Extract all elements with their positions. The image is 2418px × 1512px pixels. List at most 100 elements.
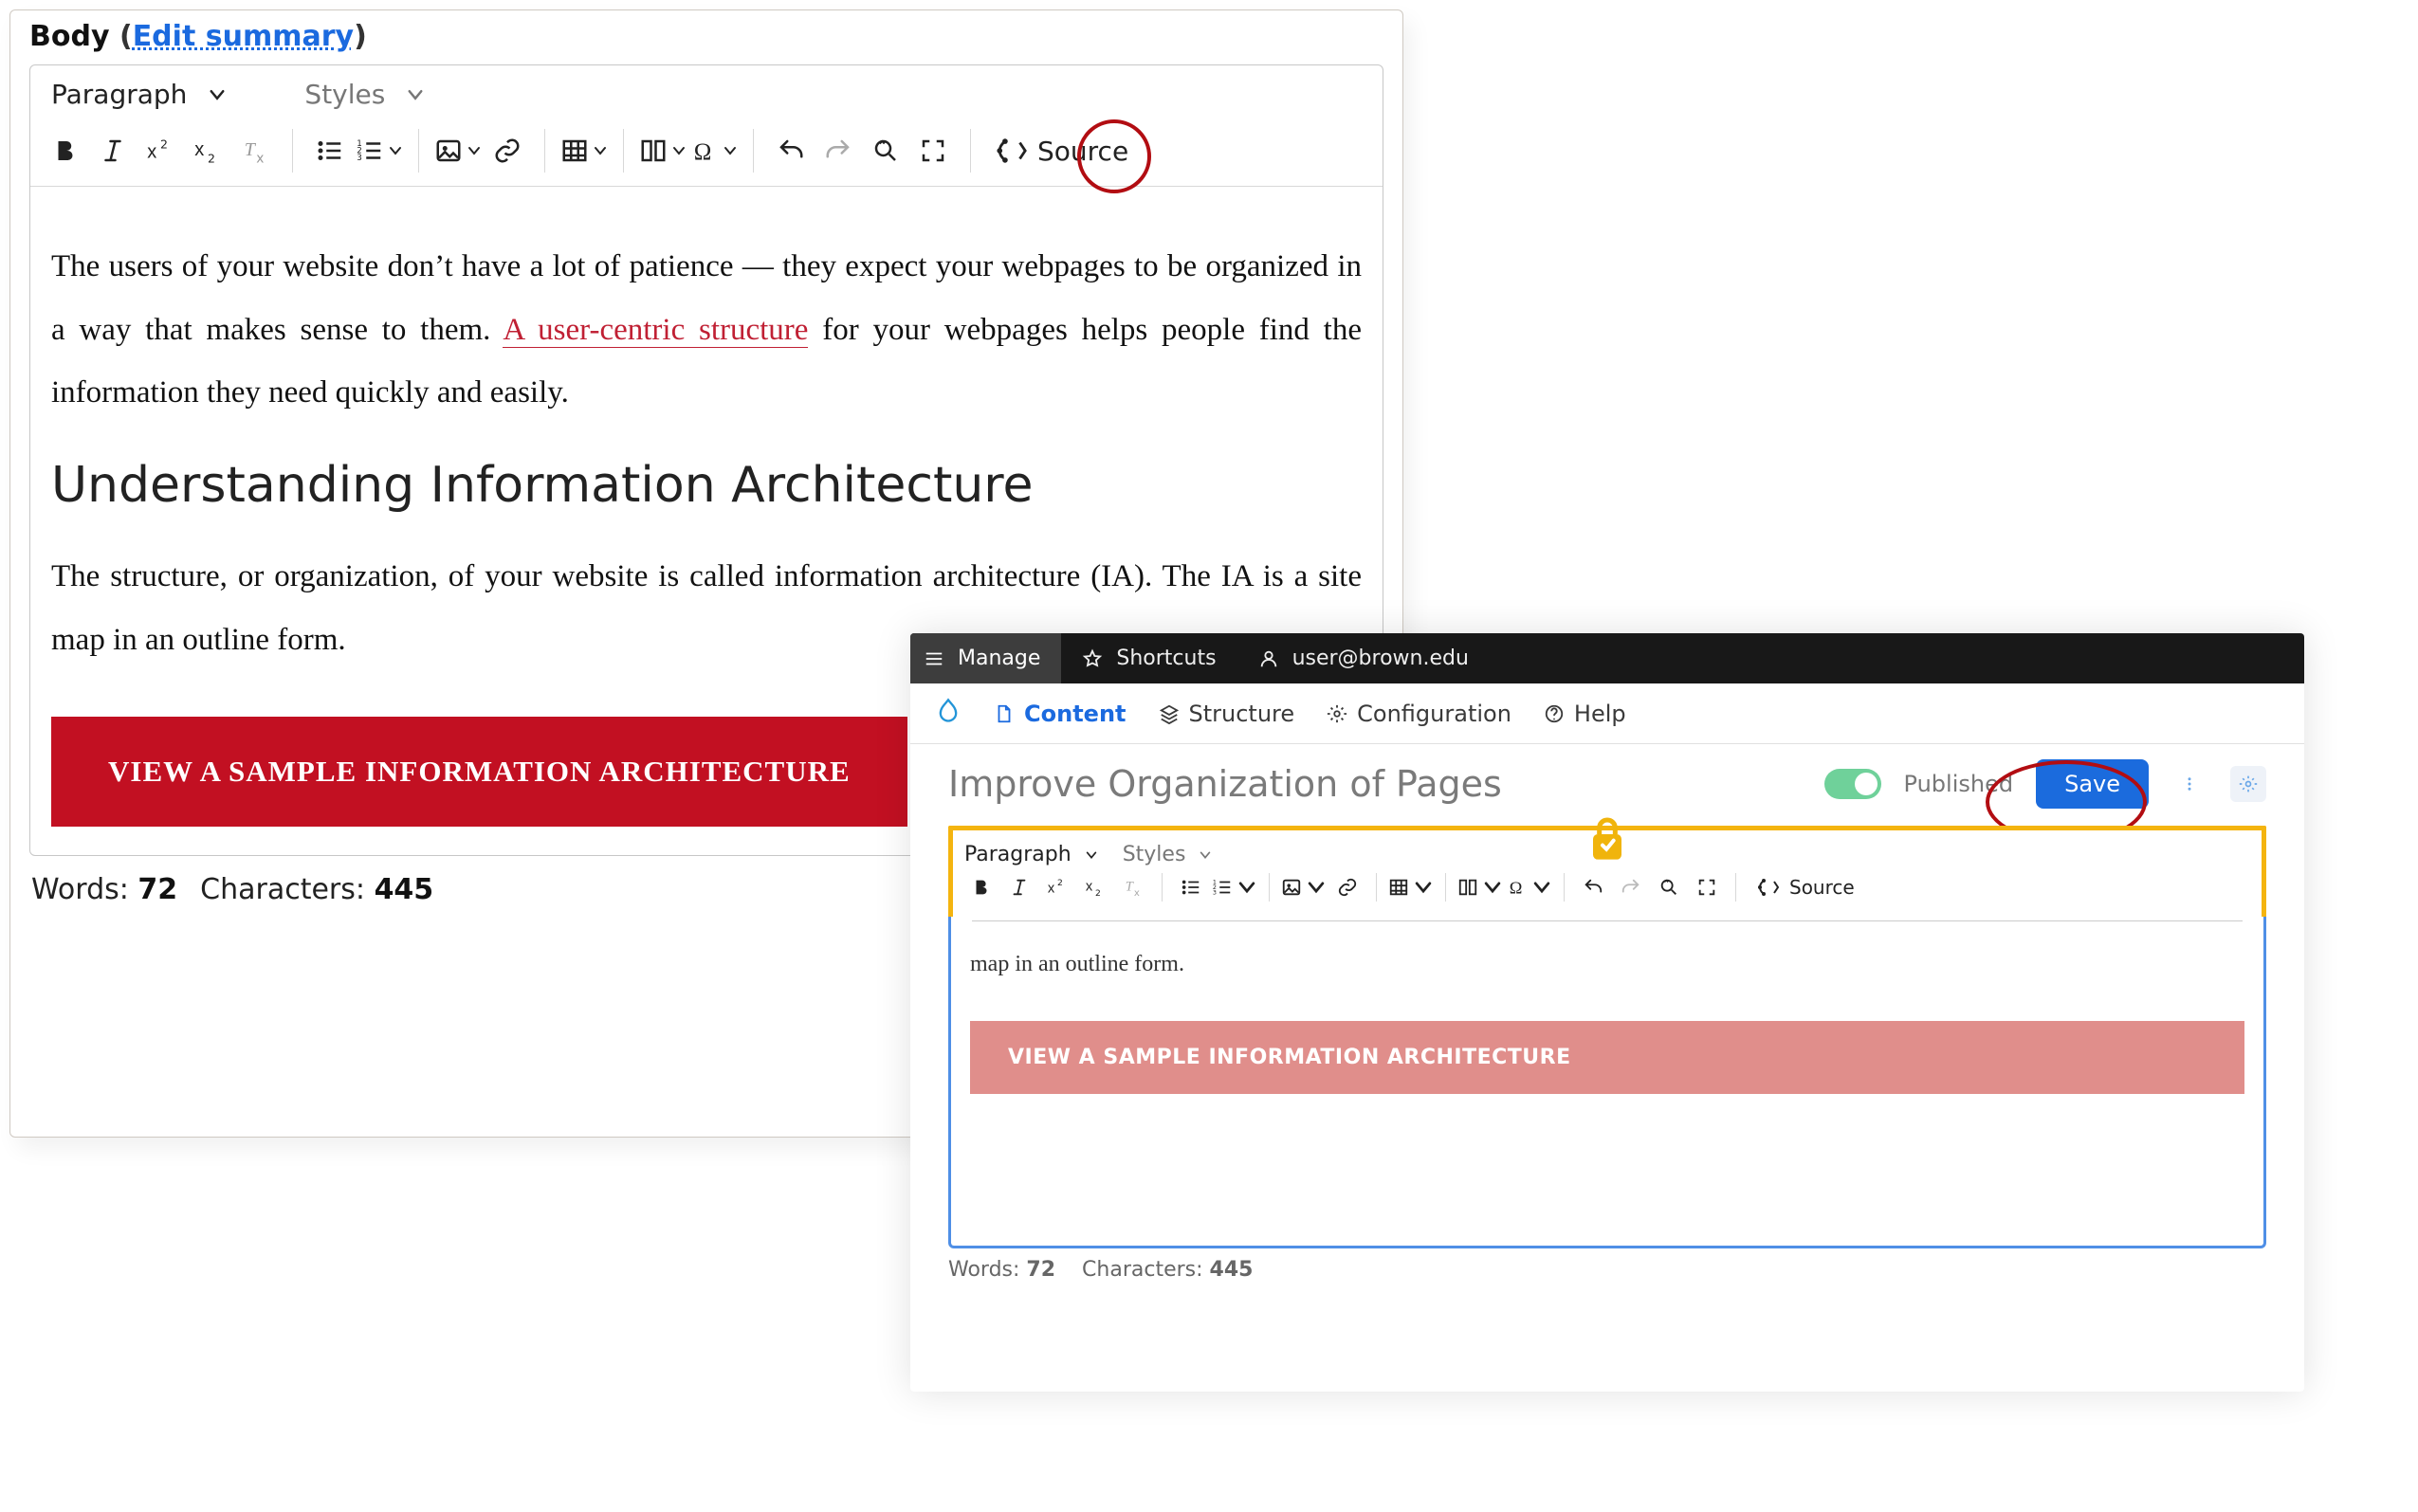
undo-icon [1583, 877, 1603, 898]
link-button[interactable] [485, 129, 529, 173]
admin-nav: Content Structure Configuration Help [910, 683, 2304, 744]
superscript-icon [1047, 877, 1068, 898]
columns-button[interactable] [1457, 870, 1503, 904]
shortcuts-link[interactable]: Shortcuts [1061, 633, 1236, 683]
numbered-list-icon [356, 137, 384, 165]
table-button[interactable] [1388, 870, 1434, 904]
block-format-select[interactable]: Paragraph [964, 843, 1098, 866]
save-button[interactable]: Save [2036, 759, 2149, 809]
redo-button[interactable] [816, 129, 860, 173]
manage-toggle[interactable]: Manage [910, 633, 1061, 683]
subscript-button[interactable] [186, 129, 229, 173]
editor-statusbar: Words: 72 Characters: 445 [910, 1248, 2304, 1291]
chevron-down-icon [208, 85, 227, 104]
chevron-down-icon [723, 143, 738, 158]
link-button[interactable] [1330, 870, 1365, 904]
user-menu[interactable]: user@brown.edu [1237, 633, 1490, 683]
clear-formatting-button[interactable] [233, 129, 277, 173]
nav-structure[interactable]: Structure [1159, 701, 1295, 727]
block-format-select[interactable]: Paragraph [51, 79, 227, 110]
help-icon [1544, 703, 1565, 724]
star-icon [1082, 648, 1103, 669]
redo-icon [1621, 877, 1641, 898]
source-button[interactable]: Source [986, 135, 1138, 167]
redo-icon [824, 137, 852, 165]
superscript-button[interactable] [1040, 870, 1074, 904]
italic-button[interactable] [91, 129, 135, 173]
user-icon [1258, 648, 1279, 669]
find-replace-button[interactable] [864, 129, 907, 173]
bulleted-list-icon [316, 137, 344, 165]
sticky-toolbar: Paragraph Styles [948, 826, 2266, 917]
edit-summary-link[interactable]: Edit summary [133, 20, 354, 53]
styles-select[interactable]: Styles [304, 79, 425, 110]
chevron-down-icon [406, 85, 425, 104]
superscript-icon [146, 137, 174, 165]
bold-button[interactable] [964, 870, 998, 904]
undo-button[interactable] [769, 129, 813, 173]
undo-icon [777, 137, 805, 165]
italic-icon [99, 137, 127, 165]
cta-button[interactable]: VIEW A SAMPLE INFORMATION ARCHITECTURE [51, 717, 907, 827]
bold-button[interactable] [44, 129, 87, 173]
more-actions-button[interactable] [2171, 766, 2207, 802]
lock-icon [1588, 815, 1626, 863]
columns-icon [639, 137, 668, 165]
numbered-list-button[interactable] [356, 129, 403, 173]
numbered-list-button[interactable] [1212, 870, 1257, 904]
content-heading: Understanding Information Architecture [51, 457, 1362, 514]
bold-icon [51, 137, 80, 165]
spellcheck-underline: A user-centric structure [503, 313, 808, 348]
chevron-down-icon [1482, 877, 1503, 898]
columns-icon [1457, 877, 1478, 898]
columns-button[interactable] [639, 129, 687, 173]
table-button[interactable] [560, 129, 608, 173]
bold-icon [971, 877, 992, 898]
cta-button[interactable]: VIEW A SAMPLE INFORMATION ARCHITECTURE [970, 1021, 2244, 1094]
chevron-down-icon [593, 143, 608, 158]
special-char-button[interactable] [1507, 870, 1552, 904]
drupal-logo[interactable] [935, 698, 962, 730]
table-icon [560, 137, 589, 165]
find-replace-button[interactable] [1652, 870, 1686, 904]
chevron-down-icon [1531, 877, 1552, 898]
bullet-list-button[interactable] [1174, 870, 1208, 904]
chevron-down-icon [388, 143, 403, 158]
settings-button[interactable] [2230, 766, 2266, 802]
italic-button[interactable] [1002, 870, 1036, 904]
published-label: Published [1904, 771, 2014, 797]
italic-icon [1009, 877, 1030, 898]
fullscreen-icon [919, 137, 947, 165]
editor-content[interactable]: map in an outline form. VIEW A SAMPLE IN… [948, 917, 2266, 1248]
clear-formatting-button[interactable] [1116, 870, 1150, 904]
body-paragraph: map in an outline form. [970, 944, 2244, 985]
search-icon [1658, 877, 1679, 898]
bullet-list-button[interactable] [308, 129, 352, 173]
nav-help[interactable]: Help [1544, 701, 1626, 727]
superscript-button[interactable] [138, 129, 182, 173]
fullscreen-button[interactable] [1690, 870, 1724, 904]
image-button[interactable] [434, 129, 482, 173]
fullscreen-button[interactable] [911, 129, 955, 173]
undo-button[interactable] [1576, 870, 1610, 904]
remove-format-icon [1123, 877, 1144, 898]
nav-configuration[interactable]: Configuration [1327, 701, 1511, 727]
special-char-button[interactable] [690, 129, 738, 173]
nav-content[interactable]: Content [994, 701, 1127, 727]
menu-icon [924, 648, 944, 669]
chevron-down-icon [1306, 877, 1327, 898]
styles-select[interactable]: Styles [1123, 843, 1213, 866]
redo-button[interactable] [1614, 870, 1648, 904]
chevron-down-icon [671, 143, 687, 158]
source-icon [996, 135, 1028, 167]
fullscreen-icon [1696, 877, 1717, 898]
source-button[interactable]: Source [1748, 876, 1864, 899]
source-icon [1757, 876, 1780, 899]
subscript-button[interactable] [1078, 870, 1112, 904]
admin-toolbar: Manage Shortcuts user@brown.edu [910, 633, 2304, 683]
bulleted-list-icon [1181, 877, 1201, 898]
image-button[interactable] [1281, 870, 1327, 904]
gear-icon [1327, 703, 1347, 724]
published-toggle[interactable] [1824, 769, 1881, 799]
field-label: Body (Edit summary) [10, 10, 1402, 61]
